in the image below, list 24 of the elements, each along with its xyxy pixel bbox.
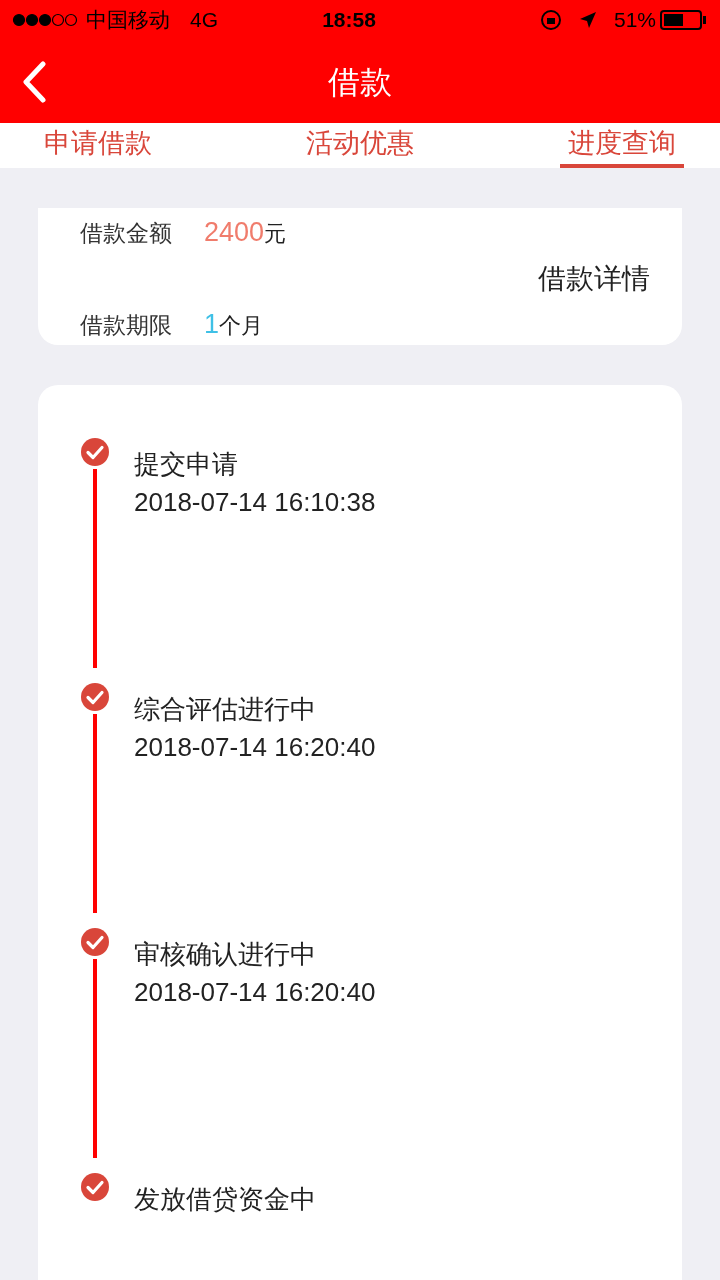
step-time: 2018-07-14 16:20:40 (134, 730, 376, 764)
step-title: 发放借贷资金中 (134, 1182, 316, 1216)
tab[interactable]: 活动优惠 (298, 123, 422, 168)
network-type: 4G (190, 7, 218, 34)
back-icon (21, 61, 47, 103)
step-time: 2018-07-14 16:20:40 (134, 975, 376, 1009)
step-title: 审核确认进行中 (134, 937, 317, 971)
amount-label: 借款金额 (80, 218, 172, 248)
tab[interactable]: 申请借款 (36, 123, 160, 168)
tab[interactable]: 进度查询 (560, 123, 684, 168)
amount-value: 2400元 (204, 215, 287, 249)
carrier-name: 中国移动 (86, 7, 170, 34)
term-value: 1个月 (204, 308, 264, 341)
step-title: 综合评估进行中 (134, 692, 317, 726)
page-title: 借款 (328, 62, 392, 102)
step-title: 提交申请 (134, 447, 239, 481)
details-link[interactable]: 借款详情 (538, 258, 650, 300)
term-label: 借款期限 (80, 311, 172, 340)
battery-icon (660, 9, 708, 31)
signal-icon (12, 13, 78, 27)
clock: 18:58 (321, 7, 377, 34)
rotation-lock-icon (539, 9, 562, 31)
battery-percent: 51% (613, 7, 656, 34)
step-time: 2018-07-14 16:10:38 (134, 485, 376, 519)
